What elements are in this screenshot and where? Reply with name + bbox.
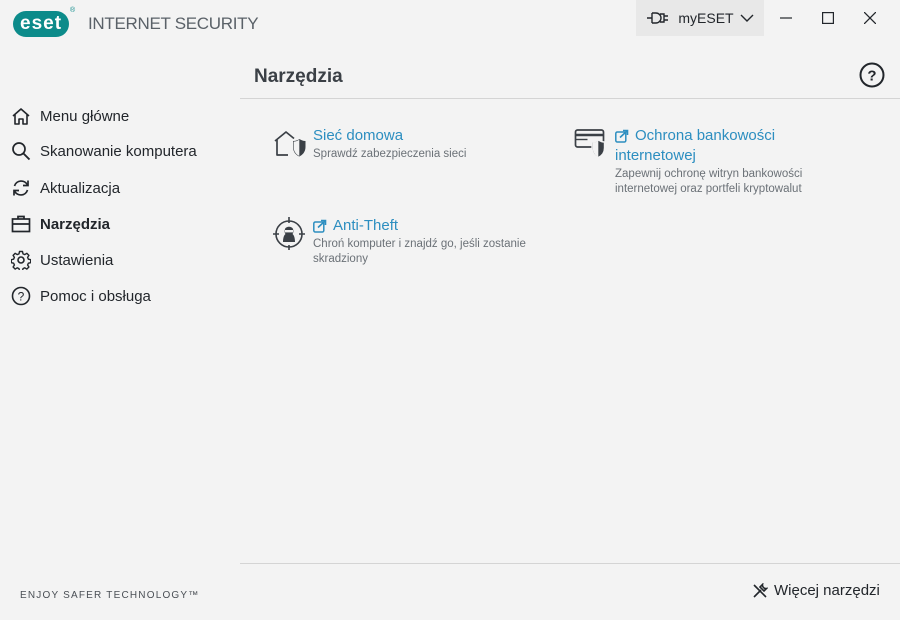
search-icon	[10, 140, 32, 162]
tool-title[interactable]: Ochrona bankowości internetowej	[615, 126, 776, 166]
home-shield-icon	[274, 131, 306, 157]
sidebar-item-label: Aktualizacja	[40, 179, 121, 197]
sidebar-item-narzedzia[interactable]: Narzędzia	[10, 212, 110, 236]
tool-title-line2: internetowej	[615, 147, 696, 164]
tools-icon	[753, 582, 768, 598]
sidebar-item-label: Ustawienia	[40, 251, 114, 269]
tool-ochrona-bankowosci[interactable]: Ochrona bankowości internetowej Zapewnij…	[574, 126, 844, 197]
external-link-icon	[615, 129, 629, 143]
product-name: INTERNET SECURITY	[88, 14, 259, 33]
sidebar-item-label: Pomoc i obsługa	[40, 287, 151, 305]
logo-badge: eset	[13, 10, 70, 37]
external-link-icon	[313, 219, 327, 233]
tool-description: Zapewnij ochronę witryn bankowości inter…	[615, 167, 802, 197]
thief-target-icon	[273, 217, 305, 250]
sidebar-item-aktualizacja[interactable]: Aktualizacja	[10, 176, 120, 200]
refresh-icon	[10, 177, 32, 199]
svg-text:?: ?	[18, 290, 25, 304]
bank-shield-icon	[574, 129, 606, 159]
registered-mark: ®	[70, 7, 76, 14]
help-button[interactable]: ?	[859, 62, 885, 88]
tool-description: Sprawdź zabezpieczenia sieci	[313, 148, 467, 160]
tool-description-line1: Zapewnij ochronę witryn bankowości	[615, 168, 803, 180]
sidebar-item-label: Menu główne	[40, 107, 130, 125]
tool-title[interactable]: Sieć domowa	[313, 126, 403, 146]
eset-logo: eset ®	[13, 7, 76, 37]
header-divider	[240, 98, 900, 99]
tool-description-line2: internetowej oraz portfeli kryptowalut	[615, 183, 802, 195]
briefcase-icon	[10, 213, 32, 235]
tool-description: Chroń komputer i znajdź go, jeśli zostan…	[313, 237, 526, 267]
sidebar-item-ustawienia[interactable]: Ustawienia	[10, 248, 113, 272]
page-title: Narzędzia	[254, 66, 343, 87]
help-icon: ?	[10, 285, 32, 307]
tool-description-line2: skradziony	[313, 253, 368, 265]
tool-anti-theft[interactable]: Anti-Theft Chroń komputer i znajdź go, j…	[272, 216, 552, 267]
more-tools-button[interactable]: Więcej narzędzi	[752, 582, 880, 599]
tool-description-line1: Chroń komputer i znajdź go, jeśli zostan…	[313, 238, 526, 250]
sidebar-item-skanowanie[interactable]: Skanowanie komputera	[10, 139, 197, 163]
tool-title-line1: Ochrona bankowości	[635, 127, 776, 144]
sidebar-item-label: Skanowanie komputera	[40, 142, 197, 160]
sidebar-item-label: Narzędzia	[40, 215, 111, 233]
tagline: ENJOY SAFER TECHNOLOGY™	[20, 590, 200, 601]
gear-icon	[10, 249, 32, 271]
svg-text:?: ?	[867, 68, 876, 85]
main-panel: Narzędzia ? Sieć domowa Sprawdź zabezpie…	[240, 0, 900, 620]
more-tools-label: Więcej narzędzi	[774, 582, 880, 599]
home-icon	[10, 105, 32, 127]
footer-divider	[240, 563, 900, 564]
help-circle-icon: ?	[859, 62, 885, 88]
sidebar-item-pomoc[interactable]: ? Pomoc i obsługa	[10, 284, 151, 308]
sidebar-item-menu-glowne[interactable]: Menu główne	[10, 104, 129, 128]
tool-title[interactable]: Anti-Theft	[333, 216, 398, 236]
tool-siec-domowa[interactable]: Sieć domowa Sprawdź zabezpieczenia sieci	[272, 126, 532, 162]
